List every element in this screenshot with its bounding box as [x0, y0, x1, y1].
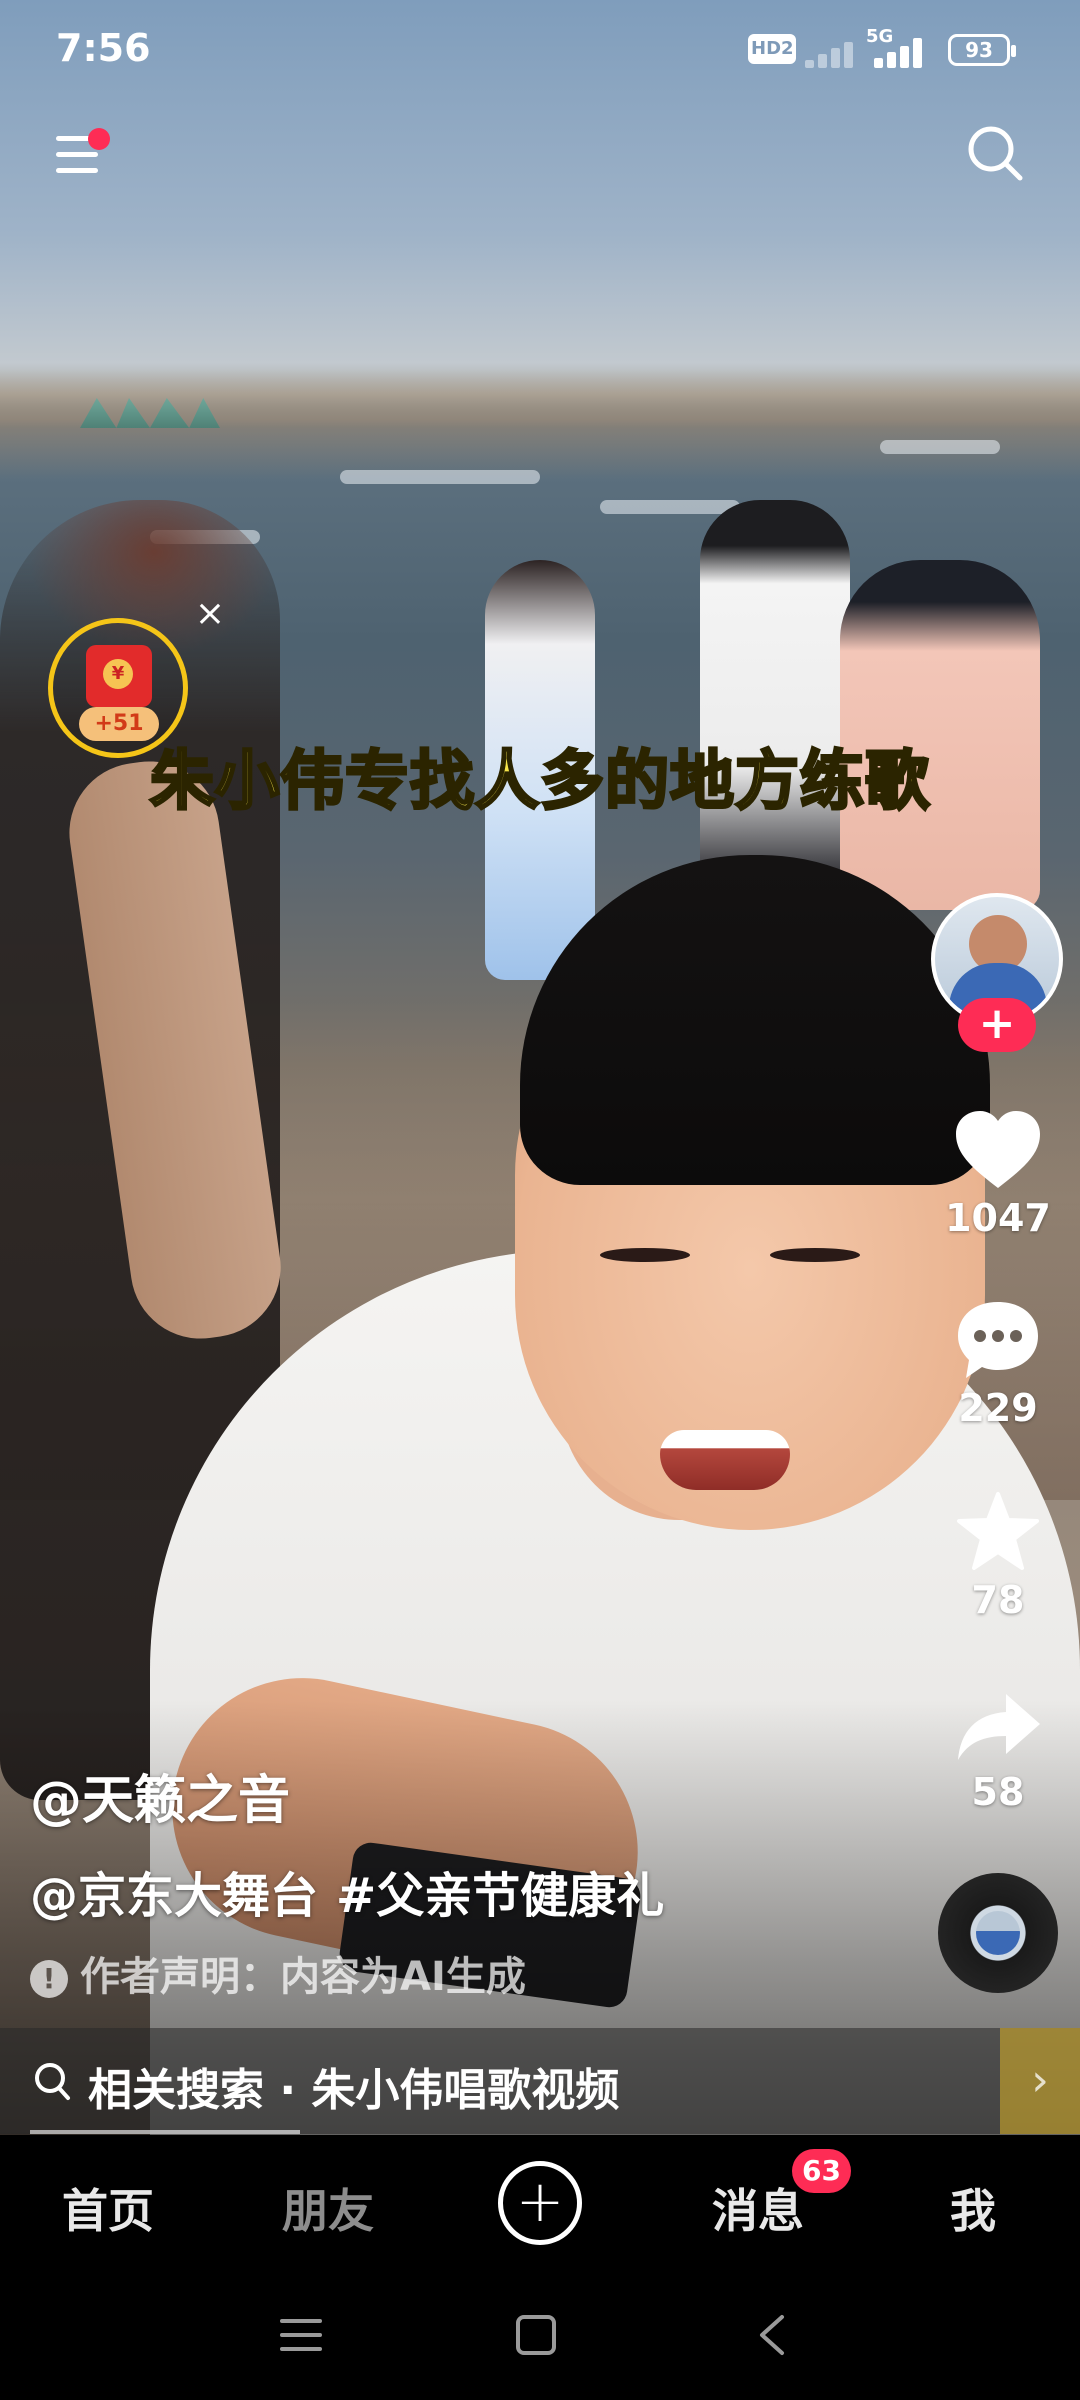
menu-button[interactable]	[50, 128, 110, 188]
related-search-bar[interactable]: 相关搜索 · 朱小伟唱歌视频 ›	[0, 2028, 1080, 2134]
video-subtitle: 朱小伟专找人多的地方练歌	[149, 744, 931, 821]
back-chevron-icon[interactable]	[752, 2311, 792, 2359]
author-handle[interactable]: @天籁之音	[30, 1758, 290, 1833]
coin-icon: ¥	[103, 659, 133, 689]
close-reward-button[interactable]: ×	[192, 596, 228, 632]
music-cover-avatar	[976, 1911, 1020, 1955]
related-search-text: 相关搜索 · 朱小伟唱歌视频	[88, 2065, 620, 2116]
like-count: 1047	[945, 1196, 1051, 1240]
bottom-nav: 首页 朋友 + 消息 63 我	[0, 2135, 1080, 2275]
hd-voice-icon: HD2	[748, 34, 796, 64]
create-button[interactable]: +	[498, 2161, 582, 2245]
chevron-right-icon: ›	[1000, 2028, 1080, 2134]
signal-icon	[805, 34, 875, 68]
status-bar: 7:56 HD2 5G 93	[0, 0, 1080, 100]
nav-me[interactable]: 我	[950, 2175, 996, 2241]
home-square-icon[interactable]	[514, 2313, 558, 2357]
search-button[interactable]	[962, 120, 1028, 186]
background-person	[700, 500, 850, 880]
recent-apps-icon[interactable]	[278, 2315, 324, 2355]
favorite-count: 78	[971, 1578, 1025, 1622]
share-arrow-icon	[958, 1694, 1040, 1760]
heart-icon	[956, 1111, 1040, 1188]
singer-mouth	[660, 1430, 790, 1490]
info-icon: !	[30, 1960, 68, 1998]
mention-link[interactable]: @京东大舞台	[30, 1868, 318, 1924]
follow-button[interactable]: +	[958, 998, 1036, 1052]
caption-tags: @京东大舞台 #父亲节健康礼	[30, 1856, 682, 1926]
share-count: 58	[971, 1770, 1025, 1814]
wave	[600, 500, 740, 514]
wave	[340, 470, 540, 484]
wave	[880, 440, 1000, 454]
search-icon	[35, 2063, 70, 2100]
comment-button[interactable]: 229	[930, 1298, 1066, 1430]
video-progress-bar[interactable]	[30, 2130, 300, 2134]
music-disc[interactable]	[938, 1873, 1058, 1993]
search-icon	[968, 126, 1023, 181]
ai-disclosure: ! 作者声明：内容为AI生成	[30, 1944, 526, 2002]
singer-eye	[770, 1248, 860, 1262]
messages-badge: 63	[792, 2149, 851, 2193]
singer-eye	[600, 1248, 690, 1262]
status-time: 7:56	[56, 26, 151, 70]
comment-count: 229	[958, 1386, 1038, 1430]
favorite-button[interactable]: 78	[930, 1490, 1066, 1622]
battery-icon: 93	[948, 34, 1016, 66]
share-button[interactable]: 58	[930, 1690, 1066, 1814]
hashtag-link[interactable]: #父亲节健康礼	[336, 1868, 664, 1924]
star-icon	[957, 1492, 1039, 1570]
nav-home[interactable]: 首页	[62, 2175, 154, 2241]
ai-disclosure-text: 作者声明：内容为AI生成	[80, 1954, 526, 2000]
notification-dot	[88, 128, 110, 150]
system-nav-bar	[0, 2275, 1080, 2400]
signal-icon	[874, 34, 944, 68]
like-button[interactable]: 1047	[930, 1108, 1066, 1240]
nav-friends[interactable]: 朋友	[282, 2175, 374, 2241]
nav-messages[interactable]: 消息	[712, 2175, 804, 2241]
comment-icon	[958, 1302, 1038, 1378]
